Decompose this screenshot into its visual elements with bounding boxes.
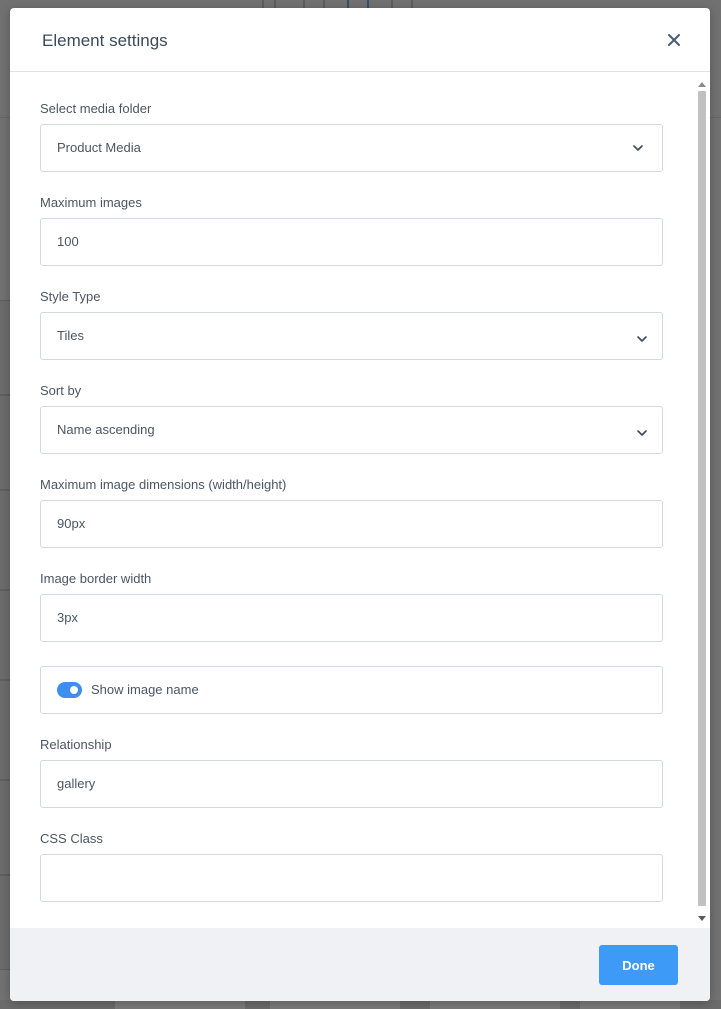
- toggle-knob: [70, 686, 78, 694]
- sort-by-value: Name ascending: [57, 422, 155, 437]
- background-tile: [270, 1000, 400, 1009]
- max-images-label: Maximum images: [40, 195, 142, 210]
- element-settings-dialog: Element settings Select media folder Pro…: [10, 8, 710, 1001]
- scrollbar-thumb[interactable]: [698, 91, 706, 906]
- style-type-value: Tiles: [57, 328, 84, 343]
- max-images-value: 100: [57, 234, 79, 249]
- show-image-name-toggle[interactable]: [57, 682, 82, 698]
- scroll-up-arrow-icon[interactable]: [698, 82, 706, 87]
- media-folder-select[interactable]: Product Media: [40, 124, 663, 172]
- dialog-header: Element settings: [10, 8, 710, 72]
- style-type-select[interactable]: Tiles: [40, 312, 663, 360]
- show-image-name-row: Show image name: [40, 666, 663, 714]
- close-icon: [668, 34, 680, 46]
- max-dimensions-label: Maximum image dimensions (width/height): [40, 477, 287, 492]
- scroll-down-arrow-icon[interactable]: [698, 916, 706, 921]
- style-type-label: Style Type: [40, 289, 101, 304]
- css-class-input[interactable]: [40, 854, 663, 902]
- dialog-body: Select media folder Product Media Maximu…: [10, 73, 710, 928]
- border-width-value: 3px: [57, 610, 78, 625]
- chevron-down-icon: [637, 430, 647, 436]
- media-folder-label: Select media folder: [40, 101, 152, 116]
- max-dimensions-input[interactable]: 90px: [40, 500, 663, 548]
- chevron-down-icon: [633, 145, 643, 151]
- border-width-input[interactable]: 3px: [40, 594, 663, 642]
- done-button[interactable]: Done: [599, 945, 678, 985]
- background-tile: [580, 1000, 680, 1009]
- relationship-input[interactable]: gallery: [40, 760, 663, 808]
- dialog-scrollbar[interactable]: [696, 73, 708, 928]
- chevron-down-icon: [637, 336, 647, 342]
- css-class-label: CSS Class: [40, 831, 103, 846]
- close-button[interactable]: [664, 30, 684, 50]
- show-image-name-label: Show image name: [91, 682, 199, 697]
- dialog-footer: Done: [10, 928, 710, 1001]
- relationship-label: Relationship: [40, 737, 112, 752]
- background-tile: [115, 1000, 245, 1009]
- max-dimensions-value: 90px: [57, 516, 86, 531]
- dialog-title: Element settings: [42, 31, 168, 50]
- sort-by-label: Sort by: [40, 383, 82, 398]
- background-footer: [0, 1000, 721, 1009]
- media-folder-value: Product Media: [57, 140, 141, 155]
- max-images-input[interactable]: 100: [40, 218, 663, 266]
- border-width-label: Image border width: [40, 571, 152, 586]
- relationship-value: gallery: [57, 776, 96, 791]
- background-tile: [430, 1000, 560, 1009]
- sort-by-select[interactable]: Name ascending: [40, 406, 663, 454]
